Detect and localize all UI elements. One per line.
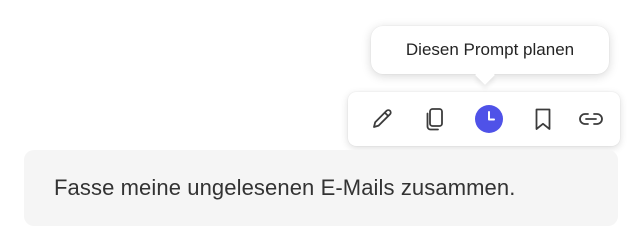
bookmark-button[interactable] [527, 103, 559, 135]
link-button[interactable] [575, 103, 607, 135]
edit-icon [373, 109, 392, 128]
schedule-clock-icon [475, 105, 503, 133]
edit-button[interactable] [366, 103, 398, 135]
schedule-prompt-button[interactable] [473, 103, 505, 135]
tooltip-text: Diesen Prompt planen [405, 40, 575, 59]
copy-button[interactable] [419, 103, 451, 135]
user-message-bubble: Fasse meine ungelesenen E-Mails zusammen… [24, 150, 618, 226]
message-text: Fasse meine ungelesenen E-Mails zusammen… [54, 175, 516, 200]
copy-icon [426, 108, 443, 131]
bookmark-icon [535, 108, 551, 130]
message-action-toolbar [348, 92, 620, 146]
link-icon [579, 113, 603, 125]
